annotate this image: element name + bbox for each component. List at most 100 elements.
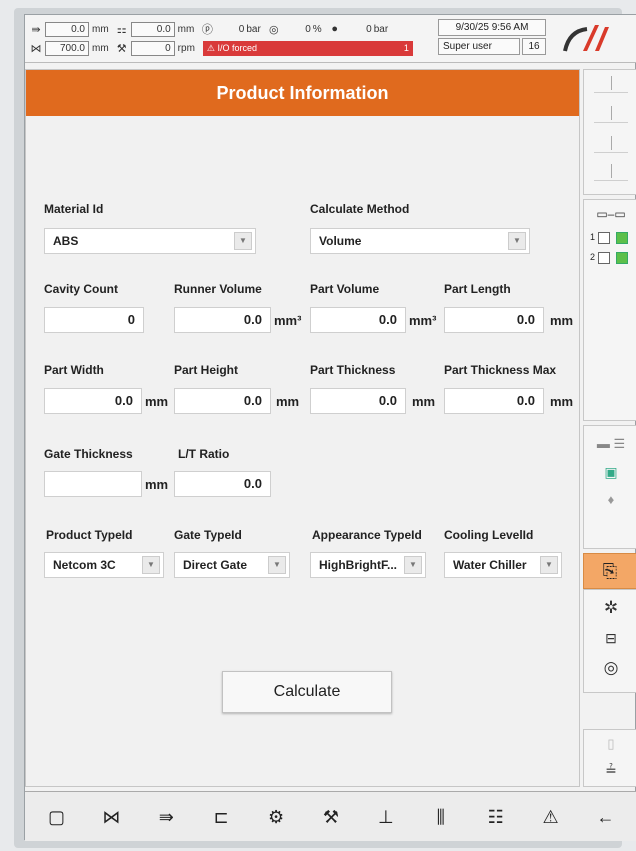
runner-volume-input[interactable]: 0.0: [174, 307, 271, 333]
mold-icon[interactable]: ⋈: [91, 800, 131, 834]
stroke-icon: ⋈: [30, 42, 42, 55]
cooling-level-label: Cooling LevelId: [444, 528, 534, 542]
status-row-2: ⋈ 700.0 mm ⚒ 0 rpm ⚠ I/O forced 1: [29, 39, 413, 57]
puzzle-icon[interactable]: ✲: [590, 596, 632, 620]
material-id-value: ABS: [53, 234, 79, 248]
back-arrow-icon[interactable]: ←: [586, 800, 626, 834]
part-thickness-input[interactable]: 0.0: [310, 388, 406, 414]
calculate-method-label: Calculate Method: [310, 202, 410, 216]
appearance-type-select[interactable]: HighBrightF... ▼: [310, 552, 426, 578]
side-tools-block: ▬ ☰ ▣ ♦: [583, 425, 636, 549]
ruler-tick: [611, 106, 612, 120]
product-information-panel: Product Information Material Id ABS ▼ Ca…: [25, 69, 580, 787]
chevron-down-icon: ▼: [268, 556, 286, 574]
part-thickness-max-input[interactable]: 0.0: [444, 388, 544, 414]
plasticizing-icon[interactable]: ⚒: [311, 800, 351, 834]
quality-icon[interactable]: ☷: [476, 800, 516, 834]
gate-type-label: Gate TypeId: [174, 528, 242, 542]
channel-1-label: 1: [590, 232, 596, 242]
screw-speed-value: 0: [130, 40, 175, 56]
part-volume-input[interactable]: 0.0: [310, 307, 406, 333]
part-width-input[interactable]: 0.0: [44, 388, 142, 414]
pressure-value: 0: [238, 23, 245, 35]
channel-1-led: [616, 232, 628, 244]
user-name[interactable]: Super user: [438, 38, 520, 55]
core-pull-icon[interactable]: ⚙: [256, 800, 296, 834]
ruler-tick: [611, 76, 612, 90]
page-title: Product Information: [26, 70, 579, 116]
runner-volume-label: Runner Volume: [174, 282, 262, 296]
warning-icon[interactable]: ⚠: [531, 800, 571, 834]
gate-type-select[interactable]: Direct Gate ▼: [174, 552, 290, 578]
channel-status-block: ▭–▭ 1 2: [583, 199, 636, 421]
part-width-label: Part Width: [44, 363, 104, 377]
sheet-icon[interactable]: ▬ ☰: [590, 432, 632, 456]
injection-position-value: 0.0: [45, 21, 89, 37]
help-icon[interactable]: ≟: [590, 758, 632, 782]
target-icon[interactable]: ◎: [590, 656, 632, 680]
mold-position-value: 0.0: [130, 21, 175, 37]
injection-position-unit: mm: [92, 23, 109, 35]
calculate-method-value: Volume: [319, 234, 362, 248]
runner-volume-unit: mm³: [274, 313, 302, 328]
material-id-select[interactable]: ABS ▼: [44, 228, 256, 254]
alarm-stack-icon[interactable]: ▣: [590, 460, 632, 484]
datetime-display: 9/30/25 9:56 AM: [438, 19, 546, 36]
ruler-tick: [594, 152, 628, 153]
part-thickness-label: Part Thickness: [310, 363, 396, 377]
ruler-tick: [594, 122, 628, 123]
cavity-count-input[interactable]: 0: [44, 307, 144, 333]
cooling-level-select[interactable]: Water Chiller ▼: [444, 552, 562, 578]
lt-ratio-value: 0.0: [174, 471, 271, 497]
channel-link-icon: ▭–▭: [596, 207, 626, 221]
drop-icon[interactable]: ♦: [590, 488, 632, 512]
gate-thickness-input[interactable]: [44, 471, 142, 497]
chevron-down-icon: ▼: [508, 232, 526, 250]
hmi-screen: ⇛ 0.0 mm ⚏ 0.0 mm ⓟ 0 bar ◎ 0 % ● 0 bar …: [24, 14, 636, 841]
percent-value: 0: [305, 23, 311, 35]
part-height-input[interactable]: 0.0: [174, 388, 271, 414]
calculate-method-select[interactable]: Volume ▼: [310, 228, 530, 254]
part-height-label: Part Height: [174, 363, 239, 377]
gate-type-value: Direct Gate: [183, 558, 248, 572]
alarm-bar[interactable]: ⚠ I/O forced 1: [202, 40, 413, 56]
part-width-unit: mm: [145, 394, 169, 409]
channel-1-checkbox[interactable]: [598, 232, 610, 244]
product-type-value: Netcom 3C: [53, 558, 116, 572]
part-height-unit: mm: [276, 394, 300, 409]
stroke-value: 700.0: [45, 40, 89, 56]
part-length-label: Part Length: [444, 282, 511, 296]
ruler-tick: [594, 180, 628, 181]
product-info-active-icon[interactable]: ⎘: [583, 553, 636, 589]
overview-icon[interactable]: ▢: [36, 800, 76, 834]
heating-icon[interactable]: ⫼: [421, 800, 461, 834]
injection-unit-icon: ⇛: [31, 23, 41, 36]
right-sidebar: ▭–▭ 1 2 ▬ ☰ ▣ ♦ ⎘ ✲ ⊟ ◎ ▯ ≟: [583, 69, 636, 787]
settings-box-icon[interactable]: ⊟: [590, 626, 632, 650]
status-bar: ⇛ 0.0 mm ⚏ 0.0 mm ⓟ 0 bar ◎ 0 % ● 0 bar …: [25, 15, 636, 63]
chevron-down-icon: ▼: [142, 556, 160, 574]
brand-logo: [563, 25, 609, 52]
channel-2-checkbox[interactable]: [598, 252, 610, 264]
stroke-unit: mm: [92, 42, 109, 54]
screw-icon: ⚒: [116, 42, 127, 55]
cavity-count-label: Cavity Count: [44, 282, 119, 296]
injection-icon[interactable]: ⇛: [146, 800, 186, 834]
material-id-label: Material Id: [44, 202, 104, 216]
ejector-icon[interactable]: ⊏: [201, 800, 241, 834]
screw-speed-unit: rpm: [177, 42, 195, 54]
cooling-level-value: Water Chiller: [453, 558, 527, 572]
product-type-label: Product TypeId: [46, 528, 133, 542]
pressure-unit: bar: [246, 23, 261, 35]
part-length-input[interactable]: 0.0: [444, 307, 544, 333]
mold-icon: ⚏: [116, 23, 127, 36]
nozzle-icon[interactable]: ⊥: [366, 800, 406, 834]
product-type-select[interactable]: Netcom 3C ▼: [44, 552, 164, 578]
back-pressure-value: 0: [366, 23, 372, 35]
channel-2-label: 2: [590, 252, 596, 262]
calculate-button[interactable]: Calculate: [222, 671, 392, 713]
chevron-down-icon: ▼: [540, 556, 558, 574]
part-volume-label: Part Volume: [310, 282, 380, 296]
mold-position-unit: mm: [177, 23, 195, 35]
info-icon[interactable]: ▯: [590, 732, 632, 756]
